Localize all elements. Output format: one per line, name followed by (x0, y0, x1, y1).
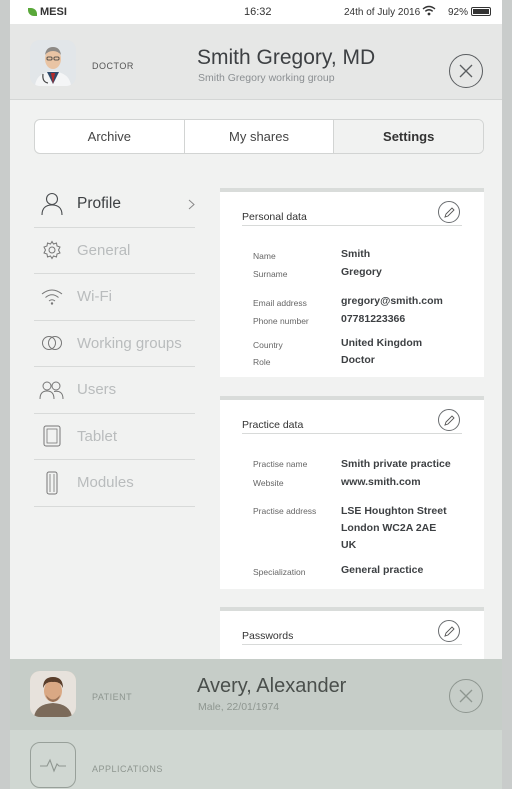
close-icon (459, 689, 473, 703)
pencil-icon (443, 625, 455, 637)
battery-percent: 92% (448, 7, 469, 18)
address-line-3: UK (341, 539, 357, 551)
role-label: Role (253, 357, 271, 367)
wifi-icon (39, 284, 65, 310)
patient-header: PATIENT Avery, Alexander Male, 22/01/197… (10, 659, 502, 730)
sidebar-item-users[interactable]: Users (34, 367, 195, 414)
patient-name: Avery, Alexander (197, 675, 347, 697)
applications-label: APPLICATIONS (92, 764, 163, 774)
close-icon (459, 64, 473, 78)
website-value: www.smith.com (341, 476, 421, 488)
name-label: Name (253, 251, 276, 261)
card-title: Passwords (242, 630, 294, 642)
email-label: Email address (253, 298, 307, 308)
edit-passwords-button[interactable] (438, 620, 460, 642)
users-icon (39, 377, 65, 403)
edit-personal-data-button[interactable] (438, 201, 460, 223)
patient-role-label: PATIENT (92, 692, 133, 702)
specialization-value: General practice (341, 564, 424, 576)
surname-value: Gregory (341, 266, 382, 278)
phone-label: Phone number (253, 316, 309, 326)
close-patient-button[interactable] (449, 679, 483, 713)
practice-data-card: Practice data Practise name Smith privat… (220, 396, 484, 589)
tablet-icon (39, 423, 65, 449)
surname-label: Surname (253, 269, 288, 279)
heartbeat-icon (40, 758, 66, 773)
applications-bar: APPLICATIONS (10, 730, 502, 789)
sidebar-item-label: Users (77, 381, 117, 399)
sidebar-item-tablet[interactable]: Tablet (34, 414, 195, 460)
edit-practice-data-button[interactable] (438, 409, 460, 431)
practise-name-value: Smith private practice (341, 458, 451, 470)
applications-button[interactable] (30, 742, 76, 788)
patient-avatar[interactable] (30, 671, 76, 717)
status-bar: MESI 16:32 24th of July 2016 92% (10, 0, 502, 24)
phone-value: 07781223366 (341, 313, 406, 325)
battery-status: 92% (448, 7, 492, 18)
carrier-label: MESI (40, 6, 67, 18)
wifi-status-icon (422, 5, 436, 19)
divider (242, 644, 462, 645)
doctor-role-label: DOCTOR (92, 61, 134, 71)
patient-details: Male, 22/01/1974 (198, 701, 280, 713)
divider (242, 433, 462, 434)
sidebar-item-label: Modules (77, 474, 134, 492)
doctor-avatar[interactable] (30, 40, 76, 86)
sidebar-item-label: Profile (77, 194, 121, 212)
doctor-logout-button[interactable] (449, 54, 483, 88)
working-groups-icon (39, 330, 65, 356)
tab-archive[interactable]: Archive (35, 120, 185, 153)
address-line-2: London WC2A 2AE (341, 522, 437, 534)
card-title: Practice data (242, 419, 304, 431)
person-icon (39, 191, 65, 217)
module-icon (39, 470, 65, 496)
status-time: 16:32 (244, 6, 272, 18)
doctor-name: Smith Gregory, MD (197, 46, 376, 69)
name-value: Smith (341, 248, 371, 260)
battery-icon (471, 7, 492, 16)
doctor-group: Smith Gregory working group (198, 72, 335, 84)
card-title: Personal data (242, 211, 307, 223)
passwords-card: Passwords (220, 607, 484, 659)
sidebar-item-label: Tablet (77, 427, 118, 445)
email-value: gregory@smith.com (341, 295, 443, 307)
mesi-logo-icon (28, 8, 37, 16)
status-date: 24th of July 2016 (344, 7, 421, 18)
personal-data-card: Personal data Name Smith Surname Gregory… (220, 188, 484, 377)
country-label: Country (253, 340, 283, 350)
settings-sidebar: Profile General Wi-Fi Working groups Use… (34, 181, 195, 507)
sidebar-item-label: Working groups (77, 334, 182, 352)
website-label: Website (253, 478, 284, 488)
gear-icon (39, 237, 65, 263)
role-value: Doctor (341, 354, 375, 366)
chevron-right-icon (188, 197, 195, 215)
sidebar-item-profile[interactable]: Profile (34, 181, 195, 228)
sidebar-item-general[interactable]: General (34, 228, 195, 274)
practise-name-label: Practise name (253, 459, 308, 469)
sidebar-item-working-groups[interactable]: Working groups (34, 321, 195, 367)
pencil-icon (443, 414, 455, 426)
main-tabs: Archive My shares Settings (34, 119, 484, 154)
doctor-header: DOCTOR Smith Gregory, MD Smith Gregory w… (10, 24, 502, 100)
sidebar-item-label: General (77, 241, 131, 259)
specialization-label: Specialization (253, 567, 306, 577)
sidebar-item-modules[interactable]: Modules (34, 460, 195, 507)
country-value: United Kingdom (341, 337, 423, 349)
practise-address-label: Practise address (253, 506, 317, 516)
tab-settings[interactable]: Settings (334, 120, 483, 153)
divider (242, 225, 462, 226)
sidebar-item-wifi[interactable]: Wi-Fi (34, 274, 195, 321)
app-frame: MESI 16:32 24th of July 2016 92% DOCTOR … (10, 0, 502, 789)
address-line-1: LSE Houghton Street (341, 505, 447, 517)
sidebar-item-label: Wi-Fi (77, 288, 112, 306)
pencil-icon (443, 206, 455, 218)
carrier: MESI (28, 6, 67, 18)
tab-my-shares[interactable]: My shares (185, 120, 335, 153)
